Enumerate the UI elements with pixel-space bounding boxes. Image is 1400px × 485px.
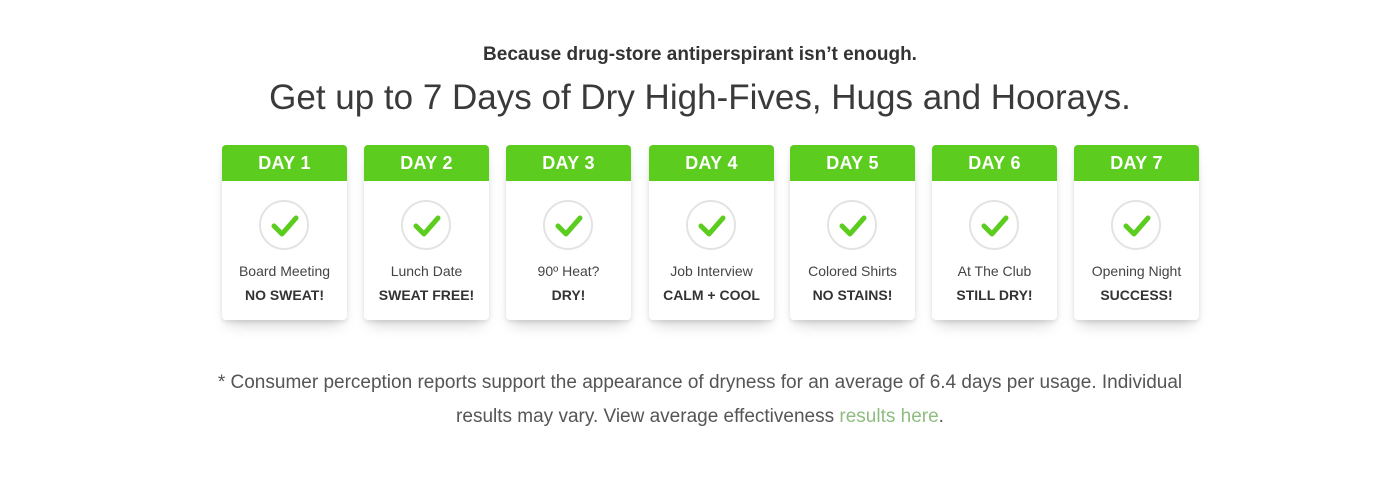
day-card-result: CALM + COOL <box>663 287 760 303</box>
day-card-label: Lunch Date <box>390 263 463 279</box>
subheadline: Because drug-store antiperspirant isn’t … <box>483 44 917 65</box>
day-card-header: DAY 3 <box>506 145 631 181</box>
day-card-4: DAY 4 Job Interview CALM + COOL <box>649 145 774 320</box>
day-card-label: Opening Night <box>1091 263 1182 279</box>
day-card-6: DAY 6 At The Club STILL DRY! <box>932 145 1057 320</box>
day-card-2: DAY 2 Lunch Date SWEAT FREE! <box>364 145 489 320</box>
day-card-label: At The Club <box>957 263 1032 279</box>
day-card-7: DAY 7 Opening Night SUCCESS! <box>1074 145 1199 320</box>
checkmark-icon <box>543 200 593 250</box>
day-card-result: NO SWEAT! <box>244 287 325 303</box>
headline: Get up to 7 Days of Dry High-Fives, Hugs… <box>269 78 1131 117</box>
day-card-label: 90º Heat? <box>537 263 600 279</box>
checkmark-icon <box>259 200 309 250</box>
disclaimer: * Consumer perception reports support th… <box>190 366 1210 434</box>
checkmark-icon <box>686 200 736 250</box>
results-link[interactable]: results here <box>839 406 938 427</box>
day-card-header: DAY 5 <box>790 145 915 181</box>
day-card-5: DAY 5 Colored Shirts NO STAINS! <box>790 145 915 320</box>
day-card-header: DAY 6 <box>932 145 1057 181</box>
day-card-header: DAY 1 <box>222 145 347 181</box>
checkmark-icon <box>1111 200 1161 250</box>
disclaimer-end: . <box>938 406 944 427</box>
day-cards-row: DAY 1 Board Meeting NO SWEAT! DAY 2 Lunc… <box>0 145 1400 335</box>
day-card-result: NO STAINS! <box>812 287 893 303</box>
day-card-label: Job Interview <box>670 263 753 279</box>
day-card-1: DAY 1 Board Meeting NO SWEAT! <box>222 145 347 320</box>
day-card-3: DAY 3 90º Heat? DRY! <box>506 145 631 320</box>
day-card-label: Board Meeting <box>238 263 331 279</box>
day-card-header: DAY 2 <box>364 145 489 181</box>
day-card-header: DAY 4 <box>649 145 774 181</box>
day-card-label: Colored Shirts <box>808 263 897 279</box>
day-card-result: SWEAT FREE! <box>378 287 475 303</box>
checkmark-icon <box>969 200 1019 250</box>
day-card-result: DRY! <box>551 287 586 303</box>
disclaimer-text: * Consumer perception reports support th… <box>217 372 1183 427</box>
checkmark-icon <box>401 200 451 250</box>
checkmark-icon <box>827 200 877 250</box>
day-card-result: STILL DRY! <box>956 287 1033 303</box>
day-card-header: DAY 7 <box>1074 145 1199 181</box>
day-card-result: SUCCESS! <box>1100 287 1173 303</box>
